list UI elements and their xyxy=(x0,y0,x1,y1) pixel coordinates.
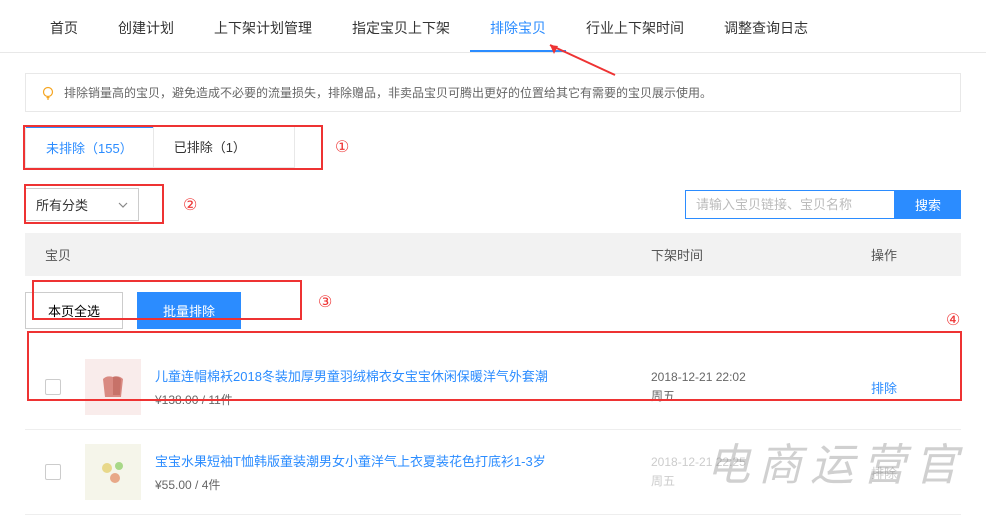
row-checkbox[interactable] xyxy=(45,379,61,395)
nav-log[interactable]: 调整查询日志 xyxy=(704,10,828,52)
col-op: 操作 xyxy=(871,245,941,264)
top-nav: 首页 创建计划 上下架计划管理 指定宝贝上下架 排除宝贝 行业上下架时间 调整查… xyxy=(0,0,986,53)
category-select[interactable]: 所有分类 xyxy=(25,188,139,221)
exclude-tabs: 未排除（155） 已排除（1） xyxy=(25,126,295,168)
tip-text: 排除销量高的宝贝，避免造成不必要的流量损失，排除赠品，非卖品宝贝可腾出更好的位置… xyxy=(64,84,712,101)
nav-specify[interactable]: 指定宝贝上下架 xyxy=(332,10,470,52)
product-title-link[interactable]: 宝宝水果短袖T恤韩版童装潮男女小童洋气上衣夏装花色打底衫1-3岁 xyxy=(155,451,651,470)
nav-industry-time[interactable]: 行业上下架时间 xyxy=(566,10,704,52)
nav-home[interactable]: 首页 xyxy=(30,10,98,52)
table-row: 宝宝水果短袖T恤韩版童装潮男女小童洋气上衣夏装花色打底衫1-3岁 ¥55.00 … xyxy=(25,430,961,515)
product-thumb xyxy=(85,444,141,500)
batch-row: 本页全选 批量排除 xyxy=(25,292,961,329)
table-header: 宝贝 下架时间 操作 xyxy=(25,233,961,276)
bulb-icon xyxy=(40,85,56,101)
category-label: 所有分类 xyxy=(36,195,88,214)
exclude-link[interactable]: 排除 xyxy=(871,466,897,481)
col-item: 宝贝 xyxy=(45,245,651,264)
tab-excluded[interactable]: 已排除（1） xyxy=(153,127,266,167)
nav-create-plan[interactable]: 创建计划 xyxy=(98,10,194,52)
tip-bar: 排除销量高的宝贝，避免造成不必要的流量损失，排除赠品，非卖品宝贝可腾出更好的位置… xyxy=(25,73,961,112)
nav-plan-manage[interactable]: 上下架计划管理 xyxy=(194,10,332,52)
search-button[interactable]: 搜索 xyxy=(895,190,961,219)
chevron-down-icon xyxy=(118,202,128,208)
table-row: 儿童连帽棉袄2018冬装加厚男童羽绒棉衣女宝宝休闲保暖洋气外套潮 ¥138.00… xyxy=(25,345,961,430)
product-price: ¥55.00 / 4件 xyxy=(155,476,651,493)
product-time: 2018-12-21 22:25 周五 xyxy=(651,453,871,491)
nav-exclude[interactable]: 排除宝贝 xyxy=(470,10,566,52)
col-time: 下架时间 xyxy=(651,245,871,264)
tab-unexcluded[interactable]: 未排除（155） xyxy=(26,126,153,167)
search-input[interactable] xyxy=(685,190,895,219)
batch-exclude-button[interactable]: 批量排除 xyxy=(137,292,241,329)
select-all-button[interactable]: 本页全选 xyxy=(25,292,123,329)
product-time: 2018-12-21 22:02 周五 xyxy=(651,368,871,406)
product-title-link[interactable]: 儿童连帽棉袄2018冬装加厚男童羽绒棉衣女宝宝休闲保暖洋气外套潮 xyxy=(155,366,651,385)
row-checkbox[interactable] xyxy=(45,464,61,480)
product-price: ¥138.00 / 11件 xyxy=(155,391,651,408)
search-group: 搜索 xyxy=(685,190,961,219)
product-thumb xyxy=(85,359,141,415)
exclude-link[interactable]: 排除 xyxy=(871,381,897,396)
